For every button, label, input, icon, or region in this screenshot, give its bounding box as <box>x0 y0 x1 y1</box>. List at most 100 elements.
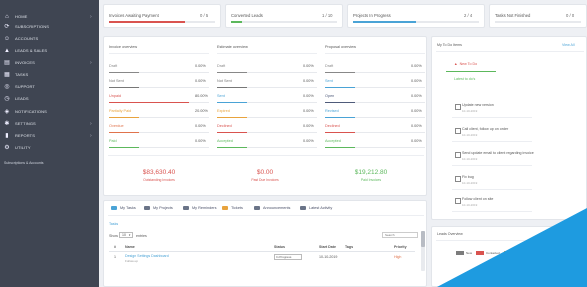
legend-label: Contacted <box>486 251 500 255</box>
chevron-right-icon: › <box>90 59 92 66</box>
scrollbar[interactable] <box>421 231 425 271</box>
overview-row-label[interactable]: Not Sent <box>217 79 232 83</box>
todo-checkbox[interactable] <box>455 104 461 110</box>
overview-row-label[interactable]: Paid <box>109 139 117 143</box>
overview-row-label[interactable]: Draft <box>109 64 117 68</box>
overview-row-label[interactable]: Partially Paid <box>109 109 131 113</box>
sidebar-item-invoices[interactable]: ▤ Invoices › <box>4 58 92 67</box>
sidebar-item-leads[interactable]: ◷ Leads <box>4 94 29 103</box>
overview-row-value: 0.00% <box>411 124 422 128</box>
tab-icon <box>111 206 117 210</box>
todo-checkbox[interactable] <box>455 152 461 158</box>
overview-row-label[interactable]: Revised <box>325 109 339 113</box>
overview-row-progress <box>217 72 247 74</box>
sidebar-item-accounts[interactable]: ☺ Accounts <box>4 34 38 43</box>
sidebar-item-settings[interactable]: ✱ Settings › <box>4 119 91 128</box>
tab-announcements[interactable]: Announcements <box>254 206 290 210</box>
overview-row-label[interactable]: Expired <box>217 109 230 113</box>
overview-row-label[interactable]: Declined <box>325 124 340 128</box>
chevron-right-icon: › <box>90 132 92 139</box>
top-stat-card[interactable]: Tasks Not Finished 0 / 0 <box>489 4 587 28</box>
latest-todos-label: Latest to do's <box>454 77 476 81</box>
table-row[interactable]: 1 Design Settings Dashboard Follow-up In Pr… <box>109 253 415 265</box>
overview-row-value: 0.00% <box>411 109 422 113</box>
overview-row-label[interactable]: Sent <box>325 79 333 83</box>
todo-checkbox[interactable] <box>455 128 461 134</box>
top-stat-card[interactable]: Converted Leads 1 / 10 <box>225 4 343 28</box>
table-header-cell[interactable]: Tags <box>345 245 353 249</box>
sidebar-item-leads-sales[interactable]: ▲ Leads & Sales <box>4 46 47 55</box>
sidebar-item-label: Utility <box>15 145 31 150</box>
todo-item-text[interactable]: Send update email to client regarding in… <box>462 151 542 155</box>
sidebar-note: Subscriptions & Accounts <box>4 161 44 165</box>
top-stat-card[interactable]: Invoices Awaiting Payment 0 / 5 <box>103 4 221 28</box>
tab-my-reminders[interactable]: My Reminders <box>183 206 216 210</box>
todo-item-text[interactable]: Update new version <box>462 103 542 107</box>
overview-row-label[interactable]: Accepted <box>325 139 341 143</box>
todo-checkbox[interactable] <box>455 198 461 204</box>
legend-item[interactable]: Customer <box>503 251 527 255</box>
chart-icon: ▲ <box>3 47 11 54</box>
sidebar-item-subscriptions[interactable]: ⟳ Subscriptions <box>4 22 49 31</box>
task-name-link[interactable]: Design Settings Dashboard <box>125 254 169 258</box>
overview-row-value: 0.00% <box>195 79 206 83</box>
task-status-select[interactable]: In Progress <box>274 254 302 260</box>
legend-item[interactable]: New <box>456 251 472 255</box>
table-header-cell[interactable]: Start Date <box>319 245 336 249</box>
tab-latest-activity[interactable]: Latest Activity <box>300 206 332 210</box>
show-label: Show <box>109 234 118 238</box>
sidebar-item-utility[interactable]: ⚙ Utility <box>4 143 31 152</box>
todo-item-text[interactable]: Follow client on site <box>462 197 542 201</box>
total-label: Past Due Invoices <box>251 178 279 182</box>
view-all-link[interactable]: View All <box>562 43 575 47</box>
overview-row-value: 0.00% <box>303 64 314 68</box>
sidebar-item-tasks[interactable]: ▦ Tasks <box>4 70 28 79</box>
todo-item-text[interactable]: Fix bug <box>462 175 542 179</box>
sidebar-item-label: Notifications <box>15 109 47 114</box>
overview-row-label[interactable]: Open <box>325 94 334 98</box>
table-header-cell[interactable]: Name <box>125 245 135 249</box>
chevron-down-icon: ▾ <box>128 233 131 237</box>
tab-my-tasks[interactable]: My Tasks <box>111 206 136 210</box>
todo-item-date: 10-10-2019 <box>462 181 478 185</box>
bell-icon: ◈ <box>4 109 10 115</box>
overview-row-label[interactable]: Unpaid <box>109 94 121 98</box>
sidebar-item-notifications[interactable]: ◈ Notifications <box>4 107 47 116</box>
overview-row-label[interactable]: Overdue <box>109 124 124 128</box>
overview-row-value: 80.00% <box>195 94 208 98</box>
overview-row-label[interactable]: Sent <box>217 94 225 98</box>
top-card-progress <box>109 21 186 23</box>
table-header-cell[interactable]: Status <box>274 245 285 249</box>
overview-row-label[interactable]: Not Sent <box>109 79 124 83</box>
search-input[interactable] <box>382 232 418 238</box>
new-todo-link[interactable]: ▲ New To Do <box>454 62 477 66</box>
top-card-track <box>231 21 337 23</box>
table-header-cell[interactable]: # <box>114 245 116 249</box>
tab-tickets[interactable]: Tickets <box>222 206 243 210</box>
table-header-cell[interactable]: Priority <box>394 245 407 249</box>
tab-my-projects[interactable]: My Projects <box>144 206 173 210</box>
top-card-value: 0 / 0 <box>566 13 575 18</box>
overview-row-progress <box>217 117 247 119</box>
user-icon: ☺ <box>3 35 11 42</box>
sidebar-item-reports[interactable]: ▮ Reports › <box>4 131 91 140</box>
overview-row-progress <box>217 132 247 134</box>
overview-row-label[interactable]: Declined <box>217 124 232 128</box>
overview-row-label[interactable]: Draft <box>325 64 333 68</box>
todo-item-date: 10-10-2019 <box>462 109 478 113</box>
page-size-select[interactable]: 10 ▾ <box>119 232 133 238</box>
sidebar-item-home[interactable]: ⌂ Home › <box>4 12 92 21</box>
sidebar-item-support[interactable]: ◎ Support <box>4 82 35 91</box>
legend-item[interactable]: Contacted <box>476 251 500 255</box>
tab-icon <box>254 206 260 210</box>
overview-row-label[interactable]: Accepted <box>217 139 233 143</box>
todo-checkbox[interactable] <box>455 176 461 182</box>
todo-item-date: 10-10-2019 <box>462 133 478 137</box>
todo-item-text[interactable]: Call client, follow up on order <box>462 127 542 131</box>
total-amount: $19,212.80 <box>354 169 388 176</box>
overview-row-label[interactable]: Draft <box>217 64 225 68</box>
task-priority[interactable]: High <box>394 255 401 259</box>
entries-label: entries <box>136 234 147 238</box>
todo-item-date: 10-10-2019 <box>462 203 478 207</box>
top-stat-card[interactable]: Projects In Progress 2 / 4 <box>347 4 485 28</box>
